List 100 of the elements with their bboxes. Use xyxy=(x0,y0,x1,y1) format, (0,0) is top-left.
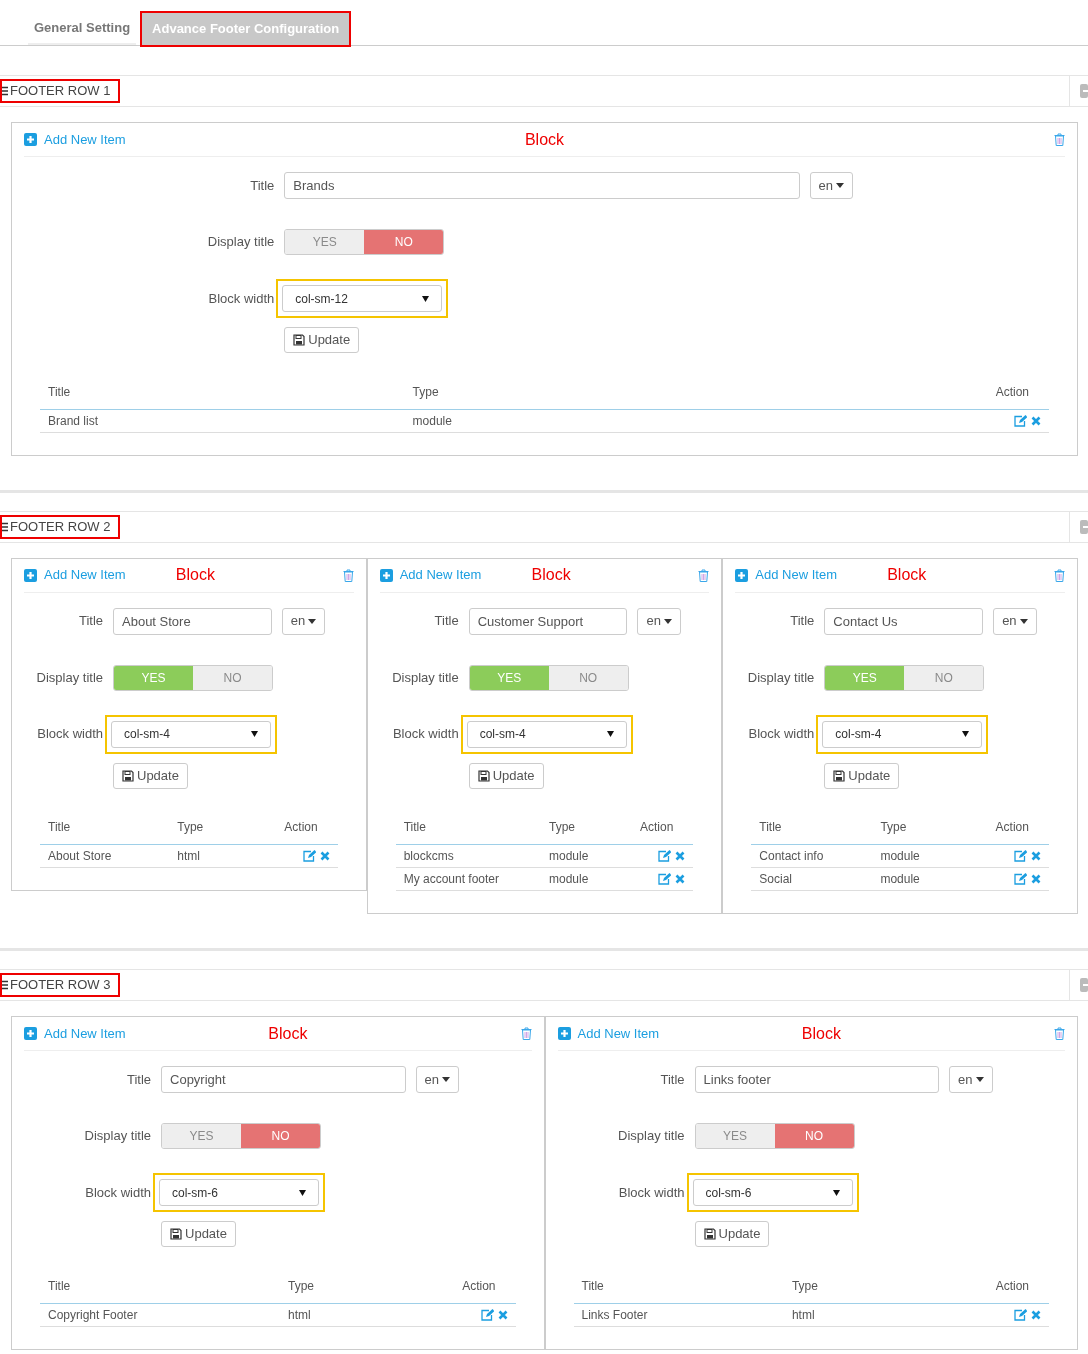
block-width-select[interactable]: col-sm-4 xyxy=(111,720,271,748)
menu-icon[interactable] xyxy=(0,521,8,532)
trash-icon[interactable] xyxy=(1053,568,1065,582)
column-header: Action xyxy=(237,810,338,845)
title-input[interactable]: Copyright xyxy=(161,1066,406,1093)
block-width-select[interactable]: col-sm-12 xyxy=(282,285,443,312)
block-heading: Block xyxy=(175,565,215,585)
edit-icon[interactable] xyxy=(1014,1308,1027,1321)
table-cell: Social xyxy=(751,867,873,891)
delete-icon[interactable] xyxy=(675,874,686,884)
block-heading: Block xyxy=(801,1023,841,1044)
language-dropdown[interactable]: en xyxy=(949,1066,993,1093)
edit-icon[interactable] xyxy=(1014,414,1027,427)
floppy-icon xyxy=(170,1228,182,1240)
table-cell: My account footer xyxy=(395,867,541,891)
column-header: Title xyxy=(40,1269,280,1303)
collapse-icon[interactable] xyxy=(1080,978,1088,992)
edit-icon[interactable] xyxy=(302,850,316,862)
delete-icon[interactable] xyxy=(1030,851,1041,861)
language-dropdown[interactable]: en xyxy=(993,607,1037,635)
collapse-icon[interactable] xyxy=(1080,84,1088,98)
footer-row-title: FOOTER ROW 2 xyxy=(0,514,121,539)
language-dropdown[interactable]: en xyxy=(637,607,681,635)
field-label: Block width xyxy=(391,725,460,744)
block-width-select[interactable]: col-sm-4 xyxy=(822,720,983,748)
field-label: Block width xyxy=(617,1183,686,1202)
delete-icon[interactable] xyxy=(1031,1309,1041,1320)
collapse-icon[interactable] xyxy=(1080,519,1088,534)
caret-icon xyxy=(442,1077,450,1082)
delete-icon[interactable] xyxy=(319,851,330,861)
table-cell: module xyxy=(872,867,957,891)
edit-icon[interactable] xyxy=(658,850,672,862)
edit-icon[interactable] xyxy=(480,1308,494,1321)
title-input[interactable]: About Store xyxy=(113,607,272,635)
floppy-icon xyxy=(122,769,134,782)
update-button[interactable]: Update xyxy=(284,327,360,353)
plus-icon xyxy=(735,568,749,582)
update-button[interactable]: Update xyxy=(113,762,188,789)
field-label: Title xyxy=(659,1070,686,1089)
column-header: Title xyxy=(40,375,405,409)
plus-icon xyxy=(24,133,37,146)
title-input[interactable]: Brands xyxy=(284,172,800,199)
language-dropdown[interactable]: en xyxy=(281,607,326,635)
block-width-select[interactable]: col-sm-6 xyxy=(692,1179,853,1206)
block-heading: Block xyxy=(268,1023,308,1044)
language-dropdown[interactable]: en xyxy=(415,1066,459,1093)
column-header: Action xyxy=(891,1269,1049,1303)
edit-icon[interactable] xyxy=(658,873,672,885)
field-label: Block width xyxy=(207,289,276,308)
update-button[interactable]: Update xyxy=(468,762,544,789)
delete-icon[interactable] xyxy=(497,1309,508,1320)
caret-icon xyxy=(962,731,970,737)
update-button[interactable]: Update xyxy=(824,762,900,789)
field-label: Display title xyxy=(83,1127,152,1146)
table-cell: module xyxy=(872,844,957,868)
title-input[interactable]: Contact Us xyxy=(824,607,984,635)
edit-icon[interactable] xyxy=(1013,850,1027,862)
block-heading: Block xyxy=(531,565,571,585)
field-label: Display title xyxy=(391,668,460,687)
column-header: Action xyxy=(710,375,1049,409)
plus-icon xyxy=(557,1027,571,1040)
footer-row-title: FOOTER ROW 3 xyxy=(0,973,121,997)
menu-icon[interactable] xyxy=(0,86,8,96)
update-button[interactable]: Update xyxy=(161,1221,236,1247)
table-cell: Brand list xyxy=(40,409,405,432)
update-button[interactable]: Update xyxy=(694,1221,770,1247)
field-label: Block width xyxy=(84,1183,152,1202)
block-width-select[interactable]: col-sm-4 xyxy=(466,720,627,748)
trash-icon[interactable] xyxy=(698,568,710,582)
caret-icon xyxy=(251,731,258,737)
trash-icon[interactable] xyxy=(1054,1027,1065,1040)
table-cell: module xyxy=(541,867,614,891)
delete-icon[interactable] xyxy=(1030,874,1041,884)
block-width-select[interactable]: col-sm-6 xyxy=(159,1179,319,1206)
column-header: Action xyxy=(956,810,1049,845)
field-label: Display title xyxy=(35,668,104,687)
delete-icon[interactable] xyxy=(1031,415,1041,426)
floppy-icon xyxy=(703,1228,716,1240)
tab[interactable]: General Setting xyxy=(28,13,137,45)
language-dropdown[interactable]: en xyxy=(809,172,853,199)
table-cell: About Store xyxy=(40,844,170,868)
column-header: Title xyxy=(395,810,541,845)
field-label: Display title xyxy=(746,668,816,687)
trash-icon[interactable] xyxy=(342,568,354,582)
column-header: Action xyxy=(613,810,694,845)
menu-icon[interactable] xyxy=(0,980,8,990)
caret-icon xyxy=(299,1189,306,1196)
caret-icon xyxy=(308,618,317,624)
trash-icon[interactable] xyxy=(1054,133,1065,146)
delete-icon[interactable] xyxy=(675,851,686,861)
title-input[interactable]: Customer Support xyxy=(468,607,628,635)
floppy-icon xyxy=(293,334,306,346)
field-label: Title xyxy=(125,1070,152,1089)
title-input[interactable]: Links footer xyxy=(694,1066,940,1093)
edit-icon[interactable] xyxy=(1013,873,1027,885)
caret-icon xyxy=(832,1189,840,1196)
plus-icon xyxy=(379,568,393,582)
table-cell: Links Footer xyxy=(573,1303,784,1326)
trash-icon[interactable] xyxy=(520,1027,532,1040)
column-header: Type xyxy=(169,810,238,845)
